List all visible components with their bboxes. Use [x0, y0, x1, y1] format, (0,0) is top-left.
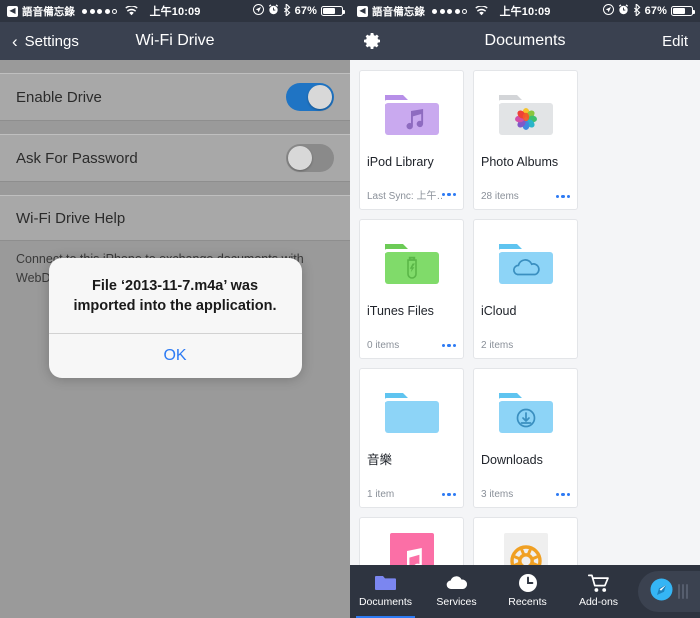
folder-download-icon	[498, 393, 553, 433]
alert-message: File ‘2013-11-7.m4a’ was imported into t…	[73, 278, 277, 314]
carrier-label: 語音備忘錄	[372, 5, 425, 18]
folder-icon	[374, 573, 397, 593]
signal-strength-icon	[432, 8, 467, 14]
gear-icon[interactable]	[362, 31, 382, 51]
cart-icon	[587, 573, 610, 593]
tab-label: Documents	[358, 596, 413, 608]
nav-bar-right: Documents Edit	[350, 22, 700, 60]
grid-item-itunes-files[interactable]: iTunes Files 0 items	[359, 219, 464, 359]
location-arrow-icon	[602, 4, 614, 18]
grid-item-icloud[interactable]: iCloud 2 items	[473, 219, 578, 359]
edit-button[interactable]: Edit	[662, 33, 688, 50]
status-bar-right-group: 67%	[602, 3, 695, 19]
browser-drawer-button[interactable]	[638, 571, 700, 612]
item-thumbnail	[360, 220, 463, 302]
page-title: Documents	[484, 32, 566, 49]
compass-icon	[650, 578, 673, 606]
grid-item-ipod-library[interactable]: iPod Library Last Sync: 上午…	[359, 70, 464, 210]
more-options-icon[interactable]	[441, 492, 456, 497]
item-footer: 28 items	[474, 191, 577, 209]
item-meta: 1 item	[367, 489, 395, 500]
grid-item-downloads[interactable]: Downloads 3 items	[473, 368, 578, 508]
item-name: iTunes Files	[367, 304, 434, 318]
tab-recents[interactable]: Recents	[492, 565, 563, 618]
item-meta: 3 items	[481, 489, 514, 500]
grid-item-music-folder[interactable]: 音樂 1 item	[359, 368, 464, 508]
documents-grid: iPod Library Last Sync: 上午… Photo Albums…	[350, 60, 700, 618]
status-bar-left-group: ◀ 語音備忘錄	[357, 4, 488, 19]
status-bar-right: ◀ 語音備忘錄 上午10:09 67%	[350, 0, 700, 22]
import-alert-dialog: File ‘2013-11-7.m4a’ was imported into t…	[48, 258, 302, 379]
more-options-icon[interactable]	[555, 194, 570, 199]
tab-documents[interactable]: Documents	[350, 565, 421, 618]
tab-label: Services	[436, 596, 477, 608]
alert-ok-button[interactable]: OK	[49, 334, 302, 378]
battery-percent-label: 67%	[644, 5, 667, 17]
item-name: Downloads	[481, 453, 543, 467]
cloud-icon	[446, 573, 468, 593]
item-meta: Last Sync: 上午…	[367, 191, 442, 202]
back-to-app-icon[interactable]: ◀	[357, 5, 368, 17]
item-name: 音樂	[367, 453, 393, 467]
item-footer: Last Sync: 上午…	[360, 187, 463, 209]
item-name: iPod Library	[367, 155, 434, 169]
item-footer: 1 item	[360, 489, 463, 507]
clock-icon	[517, 573, 539, 593]
drag-grip-icon[interactable]	[678, 584, 688, 599]
folder-photos-icon	[498, 95, 553, 135]
right-phone-panel: ◀ 語音備忘錄 上午10:09 67% Documents Edit iPod …	[350, 0, 700, 618]
item-footer: 0 items	[360, 340, 463, 358]
left-phone-panel: ◀ 語音備忘錄 上午10:09 67% ‹ Settings Wi-Fi Dri…	[0, 0, 350, 618]
item-thumbnail	[360, 71, 463, 153]
item-thumbnail	[474, 71, 577, 153]
more-options-icon[interactable]	[441, 343, 456, 348]
folder-plain-icon	[384, 393, 439, 433]
screenshot-root: ◀ 語音備忘錄 上午10:09 67% ‹ Settings Wi-Fi Dri…	[0, 0, 700, 618]
folder-usb-icon	[384, 244, 439, 284]
item-meta: 0 items	[367, 340, 400, 351]
grid-item-photo-albums[interactable]: Photo Albums 28 items	[473, 70, 578, 210]
tab-label: Add-ons	[578, 596, 619, 608]
folder-cloud-icon	[498, 244, 553, 284]
tab-bar: Documents Services Recents Add-ons	[350, 565, 700, 618]
folder-music-icon	[384, 95, 439, 135]
bluetooth-icon	[633, 3, 641, 19]
tab-add-ons[interactable]: Add-ons	[563, 565, 634, 618]
item-meta: 2 items	[481, 340, 514, 351]
item-meta: 28 items	[481, 191, 519, 202]
item-thumbnail	[474, 369, 577, 451]
item-thumbnail	[360, 369, 463, 451]
item-footer: 2 items	[474, 340, 577, 358]
wifi-icon	[475, 6, 488, 16]
more-options-icon[interactable]	[441, 192, 456, 197]
more-options-icon[interactable]	[555, 492, 570, 497]
tab-label: Recents	[508, 596, 547, 608]
item-footer: 3 items	[474, 489, 577, 507]
battery-icon	[671, 6, 695, 16]
alarm-clock-icon	[618, 4, 629, 18]
tab-services[interactable]: Services	[421, 565, 492, 618]
item-name: iCloud	[481, 304, 517, 318]
alert-overlay: File ‘2013-11-7.m4a’ was imported into t…	[0, 0, 350, 618]
item-thumbnail	[474, 220, 577, 302]
item-name: Photo Albums	[481, 155, 559, 169]
